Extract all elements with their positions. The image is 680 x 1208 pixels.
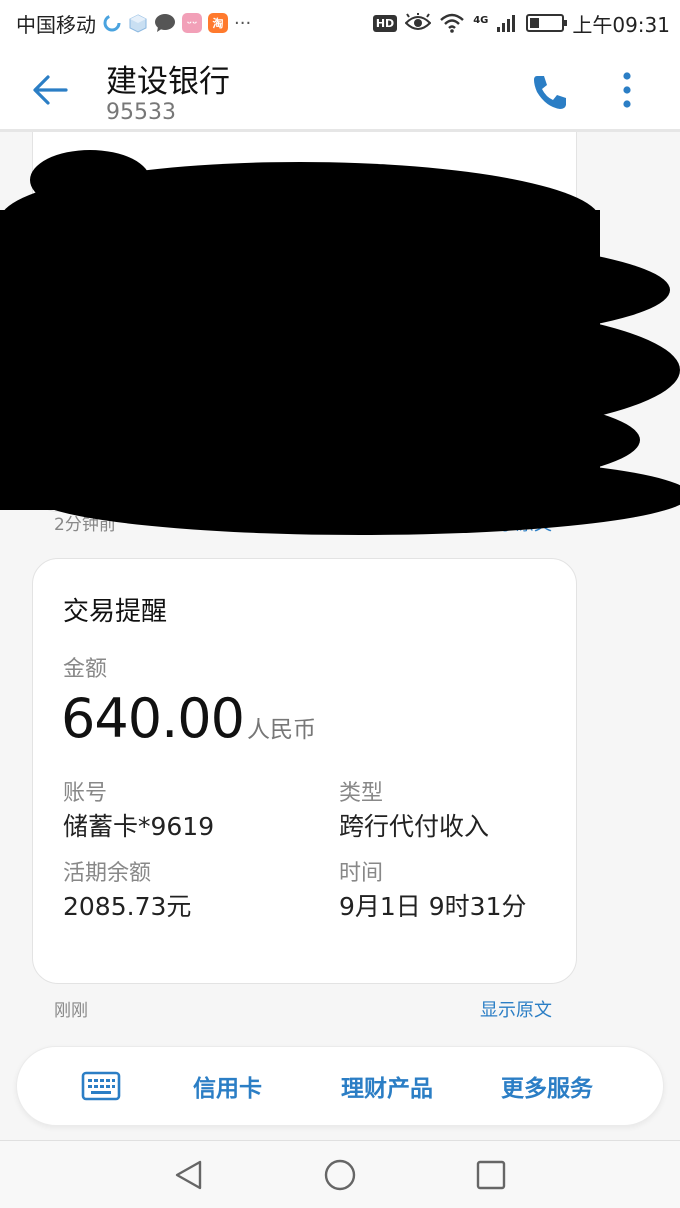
chat-bubble-icon [155,14,175,32]
sms-conversation-screen: 中国移动 ᵕᵕ 淘 ··· HD 4G 上午09:31 建设银行 95533 金… [0,0,680,1208]
nav-home-icon[interactable] [323,1158,357,1192]
phone-call-icon[interactable] [528,70,572,114]
back-arrow-icon[interactable] [28,68,72,112]
clock-label: 上午09:31 [572,12,670,37]
nav-back-icon[interactable] [172,1158,206,1192]
wifi-icon [440,13,464,33]
type-value: 跨行代付收入 [339,326,490,355]
balance-label: 活期余额 [63,375,152,400]
time-label: 时间 [339,861,384,886]
conversation-header: 建设银行 95533 [0,46,680,132]
amount-label: 金额 [63,657,108,682]
contact-name: 建设银行 [106,64,230,100]
type-value: 跨行代付收入 [339,812,490,841]
amount-label: 金额 [63,173,108,198]
nav-recents-icon[interactable] [474,1158,508,1192]
show-original-link[interactable]: 显示原文 [480,996,552,1022]
carrier-label: 中国移动 [16,12,96,37]
keyboard-icon[interactable] [81,1069,121,1103]
time-value-line1: 8月30日 13时35 [339,406,534,435]
amount-value: 640.00 [61,687,245,750]
amount-line: 640.00 人民币 [61,687,316,750]
transaction-message-card[interactable]: 金额 1100.00 人民币 账号 储蓄卡 *9619 类型 跨行代付收入 活期… [32,132,577,512]
transaction-message-card[interactable]: 交易提醒 金额 640.00 人民币 账号 储蓄卡*9619 类型 跨行代付收入… [32,558,577,984]
currency-label: 人民币 [246,717,316,743]
time-value-line2: 分 [339,444,365,473]
eye-comfort-icon [405,13,432,30]
status-right: HD 4G 上午09:31 [372,9,670,38]
account-value: 储蓄卡*9619 [63,812,215,841]
currency-label: 人民币 [280,229,350,255]
amount-value: 1100.00 [61,199,278,262]
contact-number: 95533 [106,100,176,125]
signal-strength-icon [497,15,516,32]
message-list[interactable]: 金额 1100.00 人民币 账号 储蓄卡 *9619 类型 跨行代付收入 活期… [0,132,680,1142]
battery-icon [526,14,568,32]
hd-badge: HD [372,14,398,32]
amount-line: 1100.00 人民币 [61,199,349,262]
type-label: 类型 [339,781,384,806]
box-app-icon [129,14,147,33]
quick-action-bar: 信用卡 理财产品 更多服务 [16,1046,664,1126]
credit-card-button[interactable]: 信用卡 [193,1069,262,1103]
account-label: 账号 [63,295,108,320]
type-label: 类型 [339,295,384,320]
more-notifications-dots: ··· [234,12,252,34]
loading-ring-icon [103,14,121,32]
balance-label: 活期余额 [63,861,152,886]
time-value: 9月1日 9时31分 [339,892,527,921]
network-type-label: 4G [473,14,489,26]
balance-value: 2085.73元 [63,892,192,921]
balance-value: 1445.73元 [63,406,192,435]
account-value: 储蓄卡 *9619 [63,326,223,355]
show-original-link[interactable]: 显示原文 [480,510,552,536]
time-label: 时间 [339,375,384,400]
status-bar: 中国移动 ᵕᵕ 淘 ··· HD 4G 上午09:31 [0,0,680,46]
message-received-time: 刚刚 [54,1001,88,1021]
more-vertical-icon[interactable] [610,68,644,112]
taobao-icon: 淘 [208,13,228,33]
status-left: 中国移动 ᵕᵕ 淘 ··· [16,9,251,38]
pink-app-icon: ᵕᵕ [182,13,202,33]
message-received-time: 2分钟前 [54,515,116,535]
card-title: 交易提醒 [63,597,168,627]
system-navigation-bar [0,1140,680,1208]
more-services-button[interactable]: 更多服务 [501,1069,593,1103]
account-label: 账号 [63,781,108,806]
wealth-products-button[interactable]: 理财产品 [341,1069,433,1103]
